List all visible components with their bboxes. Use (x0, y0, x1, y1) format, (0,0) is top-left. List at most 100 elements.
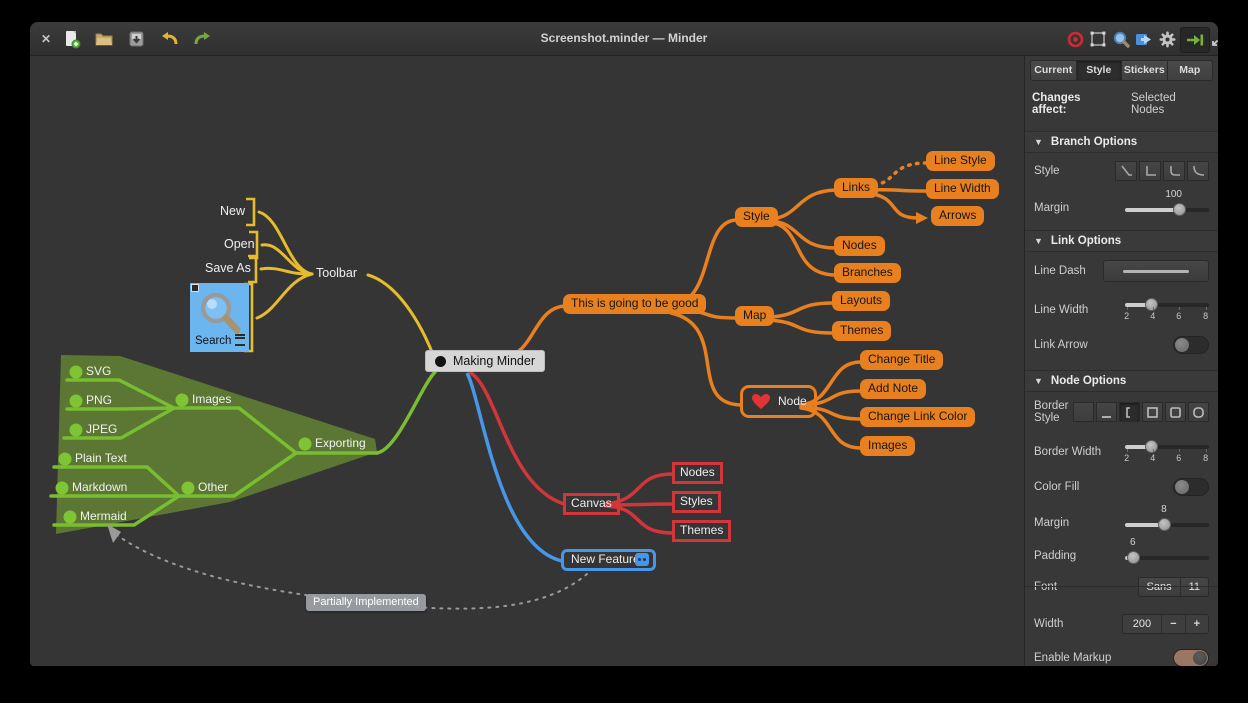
node-add-note[interactable]: Add Note (860, 379, 927, 399)
collapsed-children-badge[interactable] (635, 553, 649, 566)
export-image-button[interactable] (1131, 27, 1155, 51)
node-line-width[interactable]: Line Width (926, 179, 999, 199)
branch-options-header[interactable]: ▼ Branch Options (1025, 131, 1218, 153)
fullscreen-arrows-icon (1212, 39, 1218, 46)
node-nodes[interactable]: Nodes (834, 236, 885, 256)
node-new[interactable]: New (220, 204, 245, 218)
node-making-minder[interactable]: Making Minder (425, 350, 545, 373)
node-links[interactable]: Links (834, 178, 879, 198)
tab-map[interactable]: Map (1167, 60, 1213, 81)
node-open[interactable]: Open (224, 237, 255, 251)
link-arrow-label: Link Arrow (1034, 339, 1088, 351)
node-width-label: Width (1034, 618, 1064, 630)
border-underline-button[interactable] (1096, 402, 1117, 422)
node-canvas-nodes[interactable]: Nodes (672, 462, 723, 484)
sidebar: Current Style Stickers Map Changes affec… (1024, 56, 1218, 666)
node-padding-slider[interactable]: 6 (1125, 537, 1209, 564)
color-fill-label: Color Fill (1034, 481, 1080, 493)
color-fill-toggle[interactable] (1173, 478, 1209, 496)
border-style-buttons (1073, 402, 1209, 422)
connection-title[interactable]: Partially Implemented (306, 594, 426, 611)
sidebar-toggle-button[interactable] (1180, 27, 1210, 53)
width-value: 200 (1132, 618, 1152, 630)
branch-margin-slider[interactable]: 100 (1125, 189, 1209, 216)
branch-style-straight-button[interactable] (1115, 161, 1137, 181)
node-map[interactable]: Map (735, 306, 775, 326)
node-change-title[interactable]: Change Title (860, 350, 944, 370)
bracket-new (246, 197, 256, 227)
tab-current[interactable]: Current (1030, 60, 1077, 81)
node-mermaid[interactable]: Mermaid (80, 509, 127, 524)
tab-stickers[interactable]: Stickers (1122, 60, 1168, 81)
pill-icon (1193, 406, 1204, 418)
node-exporting[interactable]: Exporting (315, 436, 366, 451)
link-options-header[interactable]: ▼ Link Options (1025, 230, 1218, 252)
line-width-slider[interactable]: 2 4 6 8 (1124, 297, 1209, 323)
slider-handle[interactable] (1157, 518, 1171, 531)
node-canvas-themes[interactable]: Themes (672, 520, 732, 542)
zoom-button[interactable] (1109, 27, 1133, 51)
node-images[interactable]: Images (192, 392, 231, 407)
tab-style[interactable]: Style (1076, 60, 1122, 81)
node-style[interactable]: Style (735, 207, 778, 227)
node-arrows[interactable]: Arrows (931, 206, 985, 226)
border-square-button[interactable] (1142, 402, 1163, 422)
line-dash-button[interactable] (1103, 260, 1209, 282)
branch-style-rounded-button[interactable] (1163, 161, 1185, 181)
stickers-button[interactable] (1086, 27, 1110, 51)
width-increment-button[interactable]: + (1184, 615, 1208, 633)
node-canvas-styles[interactable]: Styles (672, 491, 721, 513)
width-decrement-button[interactable]: − (1161, 615, 1184, 633)
border-pill-button[interactable] (1188, 402, 1209, 422)
node-plain-text[interactable]: Plain Text (75, 451, 127, 466)
branch-margin-label: Margin (1034, 202, 1070, 214)
slider-handle[interactable] (1172, 203, 1186, 216)
node-search[interactable]: Search (190, 283, 249, 352)
image-export-icon (1135, 33, 1151, 45)
border-none-button[interactable] (1073, 402, 1094, 422)
node-themes[interactable]: Themes (832, 321, 892, 341)
sidebar-divider (1025, 586, 1218, 587)
border-width-label: Border Width (1034, 446, 1102, 458)
note-icon[interactable] (235, 334, 245, 346)
node-markdown[interactable]: Markdown (72, 480, 127, 495)
font-button[interactable]: Sans 11 (1137, 577, 1209, 597)
branch-style-squared-button[interactable] (1139, 161, 1161, 181)
magnifier-icon (1113, 31, 1130, 48)
slider-handle[interactable] (1126, 551, 1140, 564)
node-png[interactable]: PNG (86, 393, 112, 408)
border-style-label: Border Style (1034, 400, 1069, 424)
node-layouts[interactable]: Layouts (832, 291, 891, 311)
fullscreen-button[interactable] (1207, 27, 1218, 51)
border-square2-button[interactable] (1165, 402, 1186, 422)
border-width-slider[interactable]: 2 4 6 8 (1124, 439, 1209, 465)
link-arrowhead (916, 212, 928, 224)
node-line-style[interactable]: Line Style (926, 151, 995, 171)
record-circle-icon (1067, 31, 1083, 47)
focus-mode-button[interactable] (1063, 27, 1087, 51)
node-toolbar[interactable]: Toolbar (316, 266, 357, 280)
settings-button[interactable] (1155, 27, 1179, 51)
node-node[interactable]: Node (740, 385, 817, 418)
square-icon (1147, 406, 1158, 418)
link-arrow-toggle[interactable] (1173, 336, 1209, 354)
node-margin-slider[interactable]: 8 (1125, 504, 1209, 531)
node-save-as[interactable]: Save As (205, 261, 251, 275)
node-change-link-color[interactable]: Change Link Color (860, 407, 976, 427)
node-images-orange[interactable]: Images (860, 436, 916, 456)
branch-squared-icon (1146, 166, 1156, 176)
node-branches[interactable]: Branches (834, 263, 901, 283)
node-other[interactable]: Other (198, 480, 228, 495)
mindmap-canvas[interactable]: Making Minder Toolbar New Open Save As S… (30, 56, 1024, 666)
node-svg[interactable]: SVG (86, 364, 111, 379)
enable-markup-toggle[interactable] (1173, 649, 1209, 666)
node-margin-label: Margin (1034, 517, 1070, 529)
node-options-header[interactable]: ▼ Node Options (1025, 370, 1218, 392)
task-done-icon (435, 355, 446, 367)
branch-style-curved-button[interactable] (1187, 161, 1209, 181)
node-this-is-going-to-be-good[interactable]: This is going to be good (563, 294, 707, 314)
node-canvas[interactable]: Canvas (563, 493, 620, 515)
enable-markup-label: Enable Markup (1034, 652, 1112, 664)
node-jpeg[interactable]: JPEG (86, 422, 117, 437)
border-bracket-button[interactable] (1119, 402, 1140, 422)
